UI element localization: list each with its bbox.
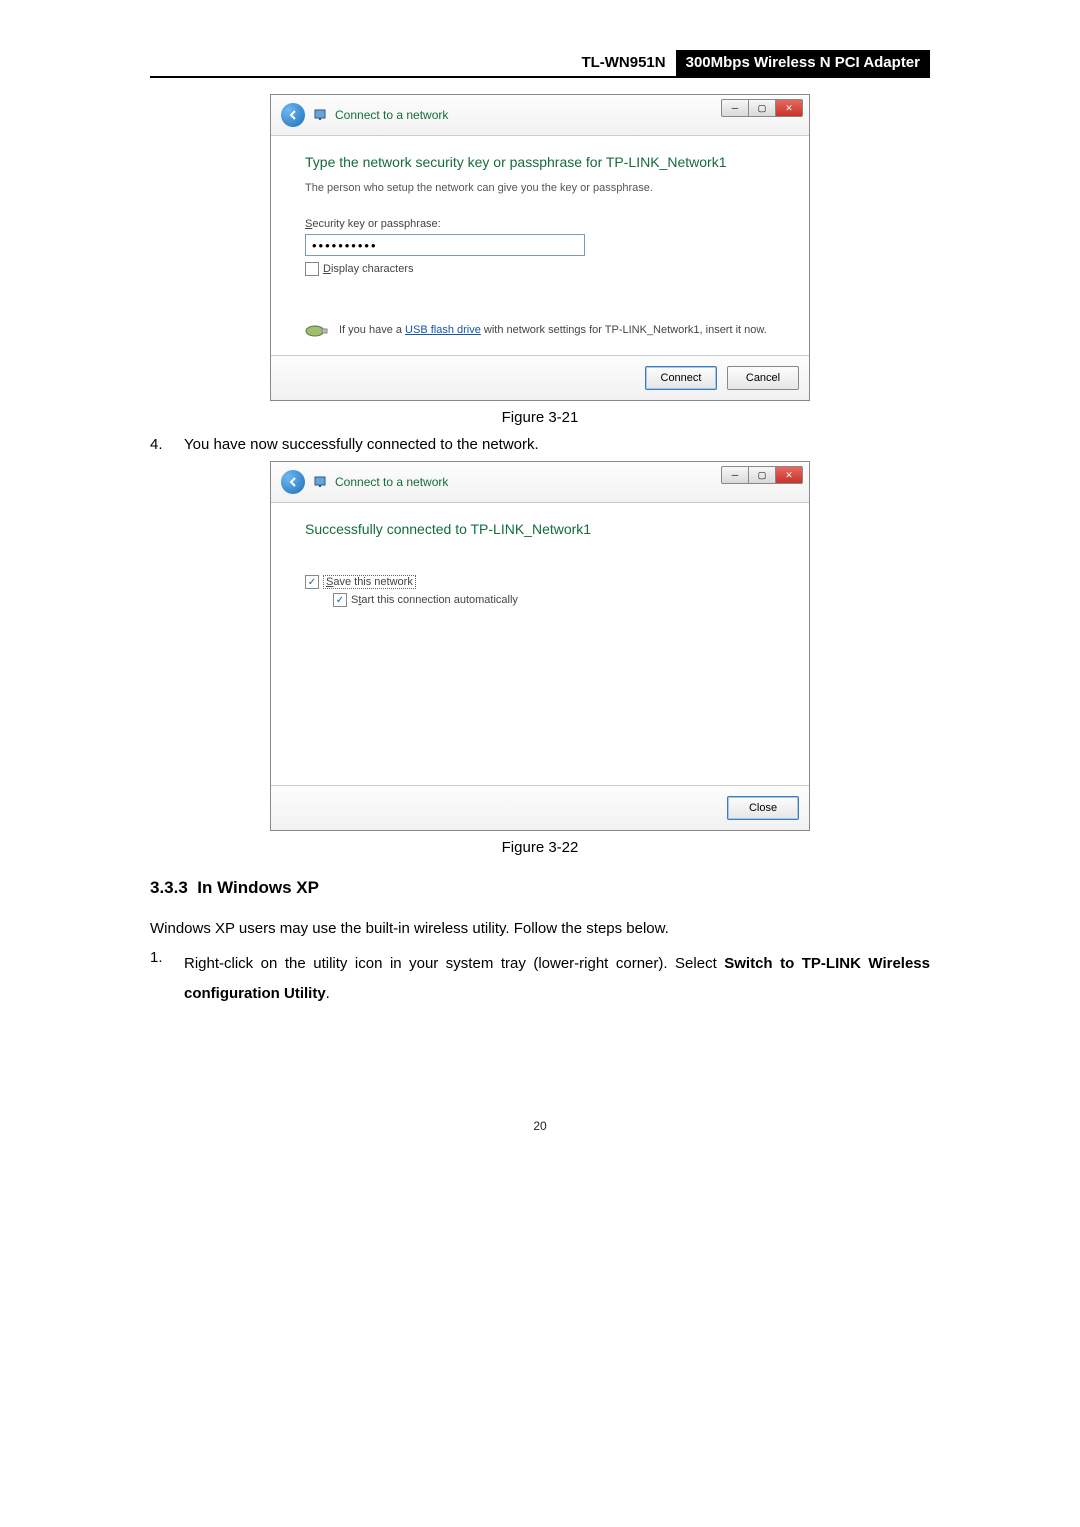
dialog-title: Connect to a network <box>335 475 448 489</box>
display-characters-checkbox[interactable]: Display characters <box>305 262 775 276</box>
page-number: 20 <box>150 1119 930 1133</box>
save-network-checkbox[interactable]: Save this network <box>305 575 775 589</box>
usb-flash-drive-link[interactable]: USB flash drive <box>405 324 481 336</box>
dialog-heading: Successfully connected to TP-LINK_Networ… <box>305 521 775 537</box>
close-icon[interactable]: ✕ <box>776 466 803 484</box>
doc-header: TL-WN951N 300Mbps Wireless N PCI Adapter <box>150 50 930 78</box>
dialog-subtext: The person who setup the network can giv… <box>305 182 775 194</box>
start-auto-checkbox[interactable]: Start this connection automatically <box>333 593 775 607</box>
dialog-heading: Type the network security key or passphr… <box>305 154 775 170</box>
xp-intro-text: Windows XP users may use the built-in wi… <box>150 918 930 941</box>
usb-drive-icon <box>305 324 329 341</box>
dialog-footer: Close <box>271 785 809 830</box>
passphrase-label: Security key or passphrase: <box>305 218 775 230</box>
minimize-icon[interactable]: ─ <box>721 466 749 484</box>
figure-label-1: Figure 3-21 <box>150 409 930 426</box>
maximize-icon[interactable]: ▢ <box>749 466 776 484</box>
close-icon[interactable]: ✕ <box>776 99 803 117</box>
xp-step-1: 1. Right-click on the utility icon in yo… <box>150 949 930 1009</box>
window-buttons: ─ ▢ ✕ <box>721 466 803 484</box>
dialog-connect-success: Connect to a network ─ ▢ ✕ Successfully … <box>270 461 810 831</box>
back-icon[interactable] <box>281 103 305 127</box>
checkbox-icon <box>305 262 319 276</box>
dialog-connect-passphrase: Connect to a network ─ ▢ ✕ Type the netw… <box>270 94 810 401</box>
usb-hint-row: If you have a USB flash drive with netwo… <box>305 324 775 341</box>
connect-button[interactable]: Connect <box>645 366 717 390</box>
figure-label-2: Figure 3-22 <box>150 839 930 856</box>
checkbox-icon <box>333 593 347 607</box>
passphrase-input[interactable] <box>305 234 585 256</box>
step-4: 4. You have now successfully connected t… <box>150 436 930 453</box>
minimize-icon[interactable]: ─ <box>721 99 749 117</box>
dialog-title: Connect to a network <box>335 108 448 122</box>
product-label: 300Mbps Wireless N PCI Adapter <box>676 50 930 76</box>
maximize-icon[interactable]: ▢ <box>749 99 776 117</box>
wifi-icon <box>313 474 329 490</box>
dialog-footer: Connect Cancel <box>271 355 809 400</box>
usb-hint-text: If you have a USB flash drive with netwo… <box>339 324 767 341</box>
wifi-icon <box>313 107 329 123</box>
checkbox-icon <box>305 575 319 589</box>
back-icon[interactable] <box>281 470 305 494</box>
section-heading: 3.3.3 In Windows XP <box>150 878 930 898</box>
dialog-titlebar: Connect to a network ─ ▢ ✕ <box>271 462 809 503</box>
close-button[interactable]: Close <box>727 796 799 820</box>
model-label: TL-WN951N <box>581 50 675 76</box>
cancel-button[interactable]: Cancel <box>727 366 799 390</box>
dialog-titlebar: Connect to a network ─ ▢ ✕ <box>271 95 809 136</box>
window-buttons: ─ ▢ ✕ <box>721 99 803 117</box>
